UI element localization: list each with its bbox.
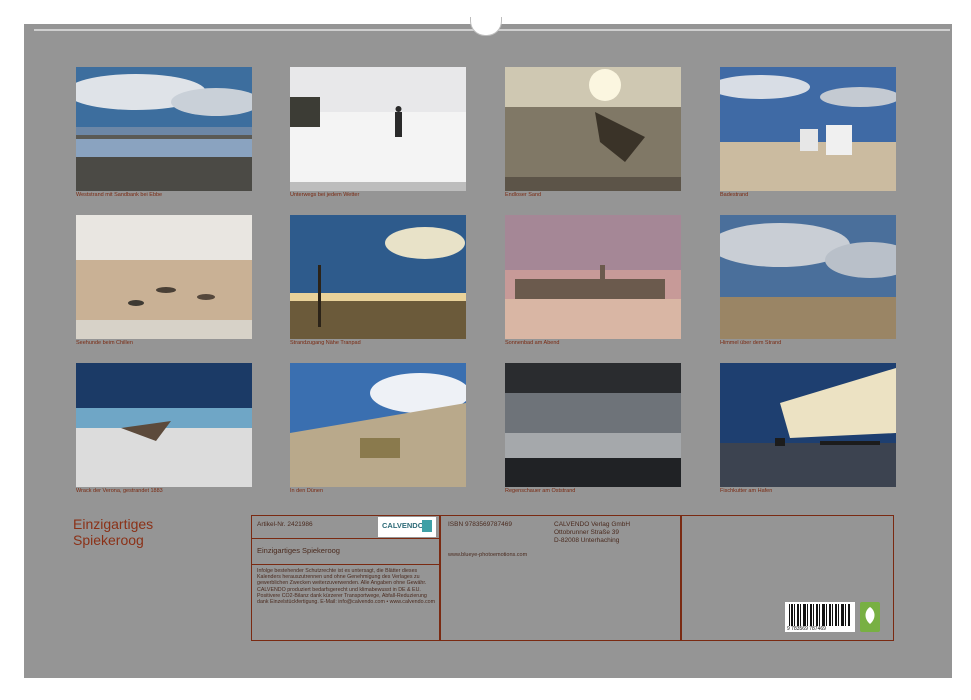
photo-badestrand	[720, 67, 896, 191]
title-line-1: Einzigartiges	[73, 516, 154, 532]
photo-fishing-cutter	[720, 363, 896, 487]
caption-fischkutter: Fischkutter am Hafen	[720, 488, 773, 494]
photo-sunset-chairs	[505, 215, 681, 339]
caption-seehunde: Seehunde beim Chillen	[76, 340, 133, 346]
photo-rain-shower	[505, 363, 681, 487]
calvendo-logo-text: CALVENDO	[382, 521, 424, 530]
photo-weststrand	[76, 67, 252, 191]
caption-weststrand: Weststrand mit Sandbank bei Ebbe	[76, 192, 163, 198]
eco-icon	[860, 602, 880, 632]
isbn: ISBN 9783569787469	[448, 521, 512, 528]
photo-endless-sand	[505, 67, 681, 191]
calvendo-logo-mark	[422, 520, 432, 532]
calendar-title: Einzigartiges Spiekeroog	[73, 516, 153, 548]
caption-endloser-sand: Endloser Sand	[505, 192, 542, 198]
photo-dunes	[290, 363, 466, 487]
publisher-city: D-82008 Unterhaching	[554, 537, 620, 544]
caption-badestrand: Badestrand	[720, 192, 749, 198]
caption-regenschauer: Regenschauer am Oststrand	[505, 488, 576, 494]
caption-wrack: Wrack der Verona, gestrandet 1883	[76, 488, 163, 494]
photo-beach-access	[290, 215, 466, 339]
article-number: Artikel-Nr. 2421986	[257, 521, 313, 528]
caption-strandzugang: Strandzugang Nähe Tranpad	[290, 340, 361, 346]
book-title: Einzigartiges Spiekeroog	[257, 546, 340, 555]
title-line-2: Spiekeroog	[73, 532, 144, 548]
photo-winter-walk	[290, 67, 466, 191]
publisher-name: CALVENDO Verlag GmbH	[554, 521, 631, 528]
photo-wreck	[76, 363, 252, 487]
caption-unterwegs: Unterwegs bei jedem Wetter	[290, 192, 360, 198]
website: www.blueye-photoemotions.com	[448, 552, 528, 558]
barcode-number: 9 783569 787469	[787, 626, 826, 632]
caption-himmel: Himmel über dem Strand	[720, 340, 782, 346]
photo-sky-beach	[720, 215, 896, 339]
legal-notice: Infolge bestehender Schutzrechte ist es …	[257, 568, 435, 606]
photo-seals	[76, 215, 252, 339]
caption-sonnenbad: Sonnenbad am Abend	[505, 340, 560, 346]
calvendo-logo: CALVENDO	[378, 517, 436, 537]
publisher-street: Ottobrunner Straße 39	[554, 529, 620, 536]
caption-duenen: In den Dünen	[290, 488, 324, 494]
barcode: 9 783569 787469	[785, 602, 855, 632]
